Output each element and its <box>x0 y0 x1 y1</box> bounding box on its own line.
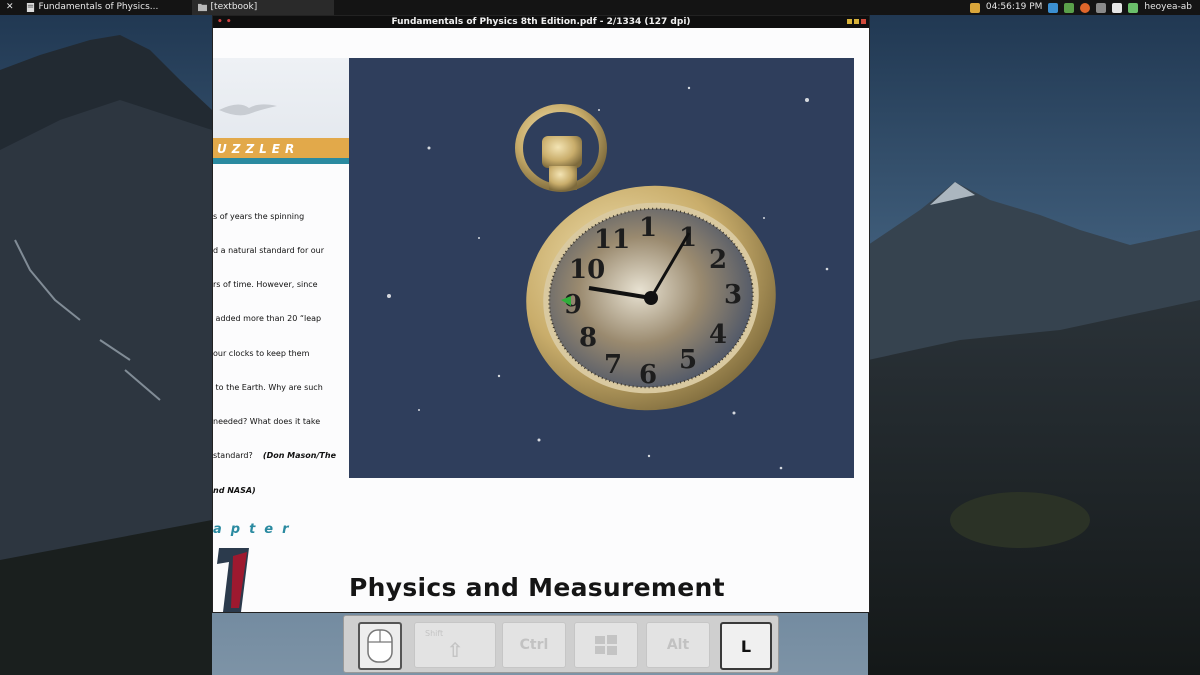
firefox-icon[interactable] <box>1080 2 1091 13</box>
alt-key: Alt <box>646 622 710 668</box>
update-icon[interactable] <box>1064 2 1075 13</box>
document-icon <box>26 3 34 12</box>
shift-arrow-icon: ⇧ <box>446 638 464 662</box>
battery-icon[interactable] <box>969 2 980 13</box>
svg-text:2: 2 <box>709 245 727 275</box>
caption-line: rs of time. However, since <box>213 280 318 290</box>
svg-text:1: 1 <box>639 213 657 243</box>
caption-line: added more than 20 “leap <box>213 314 322 324</box>
sidebar-photo-strip <box>213 58 349 150</box>
puzzler-label: UZZLER <box>217 142 300 156</box>
clipboard-icon[interactable] <box>1096 2 1107 13</box>
svg-text:4: 4 <box>709 320 727 350</box>
close-icon[interactable] <box>861 19 866 24</box>
caption-credit: nd NASA) <box>213 485 256 495</box>
svg-text:6: 6 <box>639 360 657 390</box>
clock[interactable]: 04:56:19 PM <box>986 0 1042 15</box>
caption-line: our clocks to keep them <box>213 348 310 358</box>
taskbar-item-textbook-folder[interactable]: [textbook] <box>191 0 334 15</box>
caption-line: to the Earth. Why are such <box>213 382 323 392</box>
top-panel: ✕ Fundamentals of Physics... [textbook] … <box>0 0 1200 15</box>
svg-text:1: 1 <box>679 223 697 253</box>
pressed-key: L <box>720 622 772 670</box>
alt-key-label: Alt <box>666 637 690 653</box>
taskbar-item-label: [textbook] <box>210 2 258 12</box>
window-titlebar[interactable]: • • Fundamentals of Physics 8th Edition.… <box>213 16 869 28</box>
windows-logo-icon <box>595 635 617 655</box>
taskbar-item-label: Fundamentals of Physics... <box>38 2 159 12</box>
pocket-watch-photo: 1 1 2 3 4 5 6 7 8 9 10 11 <box>349 58 854 478</box>
windows-key <box>574 622 638 668</box>
chapter-label: apter <box>213 522 298 537</box>
notes-icon[interactable] <box>1112 2 1123 13</box>
chapter-number-graphic <box>217 548 249 612</box>
pressed-key-label: L <box>740 636 752 656</box>
caption-line: standard? (Don Mason/The <box>213 450 336 461</box>
key-press-overlay: Shift ⇧ Ctrl Alt L <box>343 615 779 673</box>
folder-icon <box>197 3 207 12</box>
window-title: Fundamentals of Physics 8th Edition.pdf … <box>391 17 691 27</box>
window-menu-icon[interactable]: • • <box>217 16 232 28</box>
svg-text:5: 5 <box>679 345 697 375</box>
mouse-key <box>358 622 402 670</box>
page-title: Physics and Measurement <box>349 573 725 602</box>
svg-text:9: 9 <box>564 290 582 320</box>
puzzler-caption: s of years the spinning d a natural stan… <box>213 188 336 519</box>
mouse-icon <box>367 629 393 663</box>
pdf-page[interactable]: UZZLER s of years the spinning d a natur… <box>213 28 869 612</box>
network-icon[interactable] <box>1048 2 1059 13</box>
sync-icon[interactable] <box>1128 2 1139 13</box>
caption-credit: (Don Mason/The <box>262 451 336 461</box>
app-menu-icon[interactable]: ✕ <box>0 0 20 15</box>
pocket-watch-image: 1 1 2 3 4 5 6 7 8 9 10 11 <box>387 86 829 470</box>
svg-text:3: 3 <box>724 280 742 310</box>
system-tray: 04:56:19 PM heoyea-ab <box>969 0 1200 15</box>
caption-line: d a natural standard for our <box>213 246 325 256</box>
svg-text:7: 7 <box>604 350 622 380</box>
maximize-icon[interactable] <box>854 19 859 24</box>
shift-key: Shift ⇧ <box>414 622 496 668</box>
minimize-icon[interactable] <box>847 19 852 24</box>
bird-illustration <box>219 104 277 116</box>
taskbar-item-pdf-viewer[interactable]: Fundamentals of Physics... <box>20 0 192 15</box>
caption-line: needed? What does it take <box>213 417 321 427</box>
pdf-viewer-window: • • Fundamentals of Physics 8th Edition.… <box>212 15 870 613</box>
svg-text:8: 8 <box>579 323 597 353</box>
svg-text:10: 10 <box>569 255 605 285</box>
caption-line-text: standard? <box>213 451 253 461</box>
caption-line: s of years the spinning <box>213 211 305 221</box>
user-name[interactable]: heoyea-ab <box>1144 0 1192 15</box>
ctrl-key: Ctrl <box>502 622 566 668</box>
ctrl-key-label: Ctrl <box>519 637 549 653</box>
svg-text:11: 11 <box>594 225 630 255</box>
window-controls <box>847 19 866 24</box>
shift-key-label: Shift <box>425 629 444 638</box>
